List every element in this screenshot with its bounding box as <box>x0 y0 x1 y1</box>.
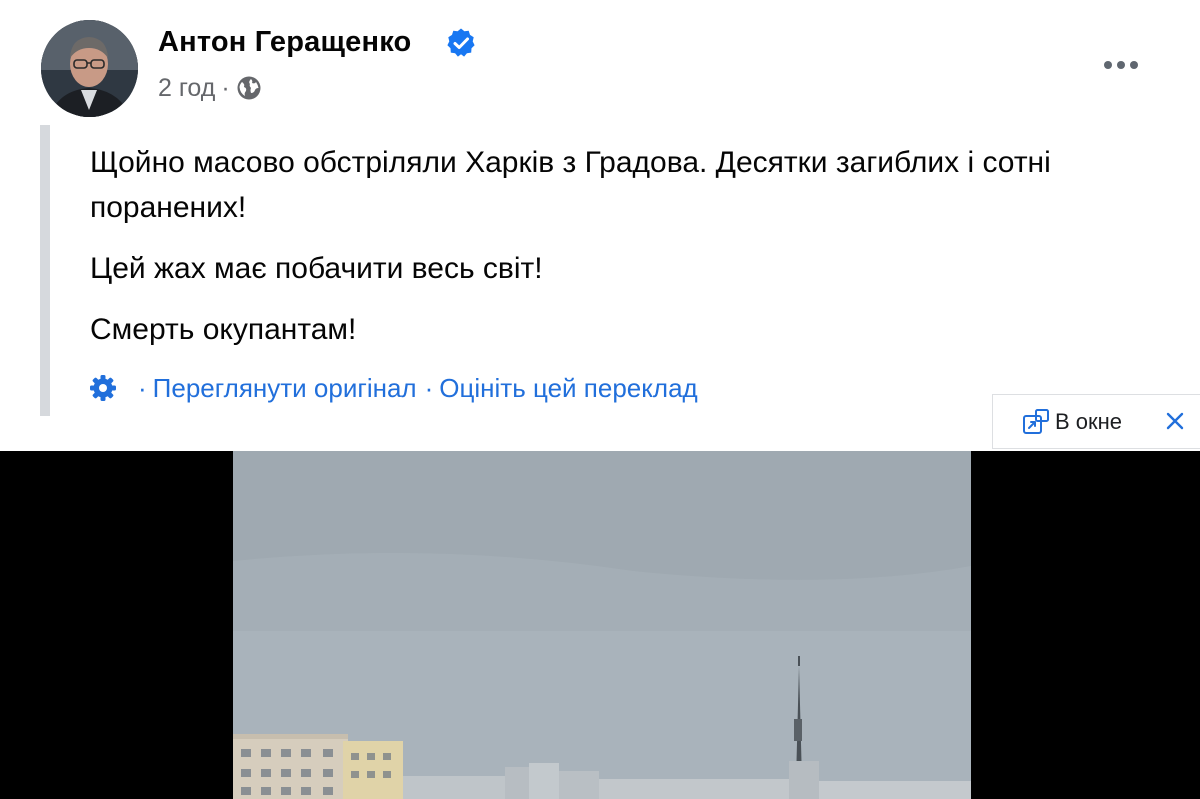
video-player[interactable] <box>0 451 1200 799</box>
more-options-icon[interactable] <box>1094 46 1148 84</box>
rate-translation-link[interactable]: Оцініть цей переклад <box>439 373 697 404</box>
picture-in-picture-label[interactable]: В окне <box>1055 409 1122 435</box>
avatar-photo <box>41 20 138 117</box>
translation-separator: · <box>138 372 147 403</box>
translation-quote-bar <box>40 125 50 416</box>
post-paragraph-3: Смерть окупантам! <box>90 313 357 346</box>
picture-in-picture-bar: В окне <box>992 394 1200 449</box>
gear-icon[interactable] <box>88 373 118 403</box>
more-dot <box>1104 61 1112 69</box>
view-original-link[interactable]: Переглянути оригінал <box>153 373 417 404</box>
picture-in-picture-icon[interactable] <box>1021 407 1051 437</box>
translation-separator: · <box>424 372 434 403</box>
close-icon[interactable] <box>1164 410 1186 432</box>
post-text: Щойно масово обстріляли Харків з Градова… <box>90 140 1170 352</box>
more-dot <box>1130 61 1138 69</box>
verified-badge-icon <box>447 28 475 57</box>
post-time[interactable]: 2 год <box>158 74 215 103</box>
globe-icon[interactable] <box>236 75 262 101</box>
author-name[interactable]: Антон Геращенко <box>158 26 411 59</box>
meta-separator: · <box>221 73 230 102</box>
post-meta: 2 год · <box>158 72 262 104</box>
translation-controls: · Переглянути оригінал · Оцініть цей пер… <box>88 368 698 408</box>
post-paragraph-1: Щойно масово обстріляли Харків з Градова… <box>90 146 1051 224</box>
video-still-image <box>233 451 971 799</box>
author-avatar[interactable] <box>41 20 138 117</box>
video-frame[interactable] <box>233 451 971 799</box>
more-dot <box>1117 61 1125 69</box>
post-paragraph-2: Цей жах має побачити весь світ! <box>90 252 543 285</box>
post-card: Антон Геращенко 2 год · Щойно масово обс… <box>0 0 1200 799</box>
